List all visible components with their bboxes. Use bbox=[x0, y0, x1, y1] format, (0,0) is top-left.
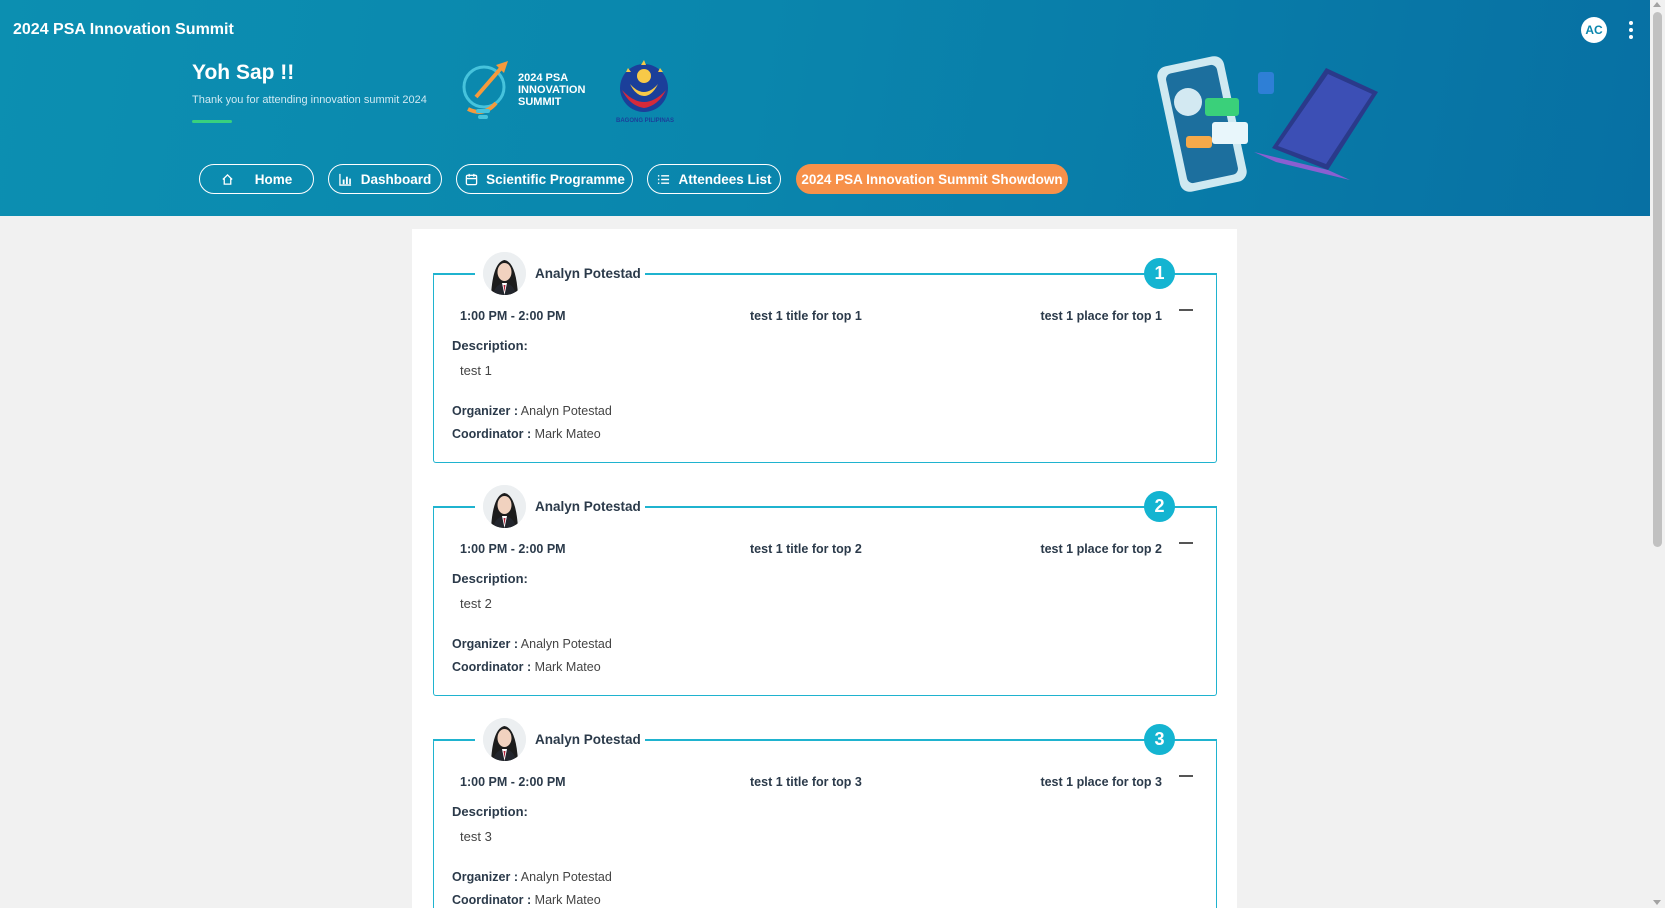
summit-bulb-logo bbox=[462, 61, 508, 119]
entry-place: test 1 place for top 2 bbox=[1040, 542, 1162, 556]
bar-chart-icon bbox=[339, 172, 353, 186]
collapse-icon[interactable] bbox=[1179, 775, 1193, 777]
coordinator-row: Coordinator : Mark Mateo bbox=[452, 660, 601, 674]
description-text: test 1 bbox=[460, 363, 492, 378]
greeting: Yoh Sap !! bbox=[192, 61, 295, 84]
presenter-name: Analyn Potestad bbox=[535, 266, 641, 281]
entry-title: test 1 title for top 1 bbox=[750, 309, 862, 323]
calendar-icon bbox=[464, 172, 478, 186]
user-avatar[interactable]: AC bbox=[1581, 17, 1607, 43]
showdown-entry: Analyn Potestad 2 1:00 PM - 2:00 PM test… bbox=[433, 485, 1217, 696]
nav-home[interactable]: Home bbox=[199, 164, 314, 194]
entry-place: test 1 place for top 3 bbox=[1040, 775, 1162, 789]
avatar bbox=[483, 718, 526, 761]
presenter-name: Analyn Potestad bbox=[535, 732, 641, 747]
devices-illustration bbox=[1157, 56, 1378, 192]
description-text: test 2 bbox=[460, 596, 492, 611]
collapse-icon[interactable] bbox=[1179, 309, 1193, 311]
organizer-row: Organizer : Analyn Potestad bbox=[452, 870, 612, 884]
summit-logo-text: 2024 PSA INNOVATION SUMMIT bbox=[518, 72, 586, 108]
collapse-icon[interactable] bbox=[1179, 542, 1193, 544]
showdown-entry: Analyn Potestad 1 1:00 PM - 2:00 PM test… bbox=[433, 252, 1217, 463]
nav-showdown-label: 2024 PSA Innovation Summit Showdown bbox=[801, 171, 1063, 187]
nav-scientific-programme[interactable]: Scientific Programme bbox=[456, 164, 633, 194]
description-text: test 3 bbox=[460, 829, 492, 844]
entry-title: test 1 title for top 2 bbox=[750, 542, 862, 556]
scrollbar-thumb[interactable] bbox=[1653, 12, 1662, 547]
svg-text:BAGONG PILIPINAS: BAGONG PILIPINAS bbox=[616, 118, 674, 124]
entry-time: 1:00 PM - 2:00 PM bbox=[460, 542, 566, 556]
entry-place: test 1 place for top 1 bbox=[1040, 309, 1162, 323]
description-label: Description: bbox=[452, 571, 528, 586]
rank-badge: 3 bbox=[1144, 724, 1175, 755]
coordinator-row: Coordinator : Mark Mateo bbox=[452, 893, 601, 907]
avatar bbox=[483, 252, 526, 295]
nav-showdown[interactable]: 2024 PSA Innovation Summit Showdown bbox=[796, 164, 1068, 194]
header-banner: 2024 PSA Innovation Summit AC Yoh Sap !!… bbox=[0, 0, 1650, 216]
description-label: Description: bbox=[452, 338, 528, 353]
rank-badge: 2 bbox=[1144, 491, 1175, 522]
page-scrollbar[interactable] bbox=[1650, 0, 1665, 908]
nav-attendees-label: Attendees List bbox=[678, 171, 772, 187]
scroll-down-icon[interactable] bbox=[1653, 900, 1661, 905]
organizer-row: Organizer : Analyn Potestad bbox=[452, 637, 612, 651]
coordinator-row: Coordinator : Mark Mateo bbox=[452, 427, 601, 441]
entry-time: 1:00 PM - 2:00 PM bbox=[460, 775, 566, 789]
avatar bbox=[483, 485, 526, 528]
app-title: 2024 PSA Innovation Summit bbox=[13, 21, 234, 38]
bagong-pilipinas-seal: BAGONG PILIPINAS bbox=[616, 60, 674, 124]
nav-scientific-label: Scientific Programme bbox=[486, 171, 625, 187]
description-label: Description: bbox=[452, 804, 528, 819]
home-icon bbox=[221, 172, 235, 186]
greeting-subtitle: Thank you for attending innovation summi… bbox=[192, 94, 427, 106]
more-options-icon[interactable] bbox=[1627, 19, 1635, 41]
presenter-name: Analyn Potestad bbox=[535, 499, 641, 514]
entry-title: test 1 title for top 3 bbox=[750, 775, 862, 789]
rank-badge: 1 bbox=[1144, 258, 1175, 289]
organizer-row: Organizer : Analyn Potestad bbox=[452, 404, 612, 418]
list-icon bbox=[656, 172, 670, 186]
nav-dashboard[interactable]: Dashboard bbox=[328, 164, 442, 194]
scroll-up-icon[interactable] bbox=[1653, 2, 1661, 7]
greeting-underline bbox=[192, 120, 232, 123]
showdown-entry: Analyn Potestad 3 1:00 PM - 2:00 PM test… bbox=[433, 718, 1217, 908]
nav-attendees-list[interactable]: Attendees List bbox=[647, 164, 781, 194]
nav-dashboard-label: Dashboard bbox=[360, 171, 432, 187]
entry-time: 1:00 PM - 2:00 PM bbox=[460, 309, 566, 323]
nav-home-label: Home bbox=[254, 171, 293, 187]
